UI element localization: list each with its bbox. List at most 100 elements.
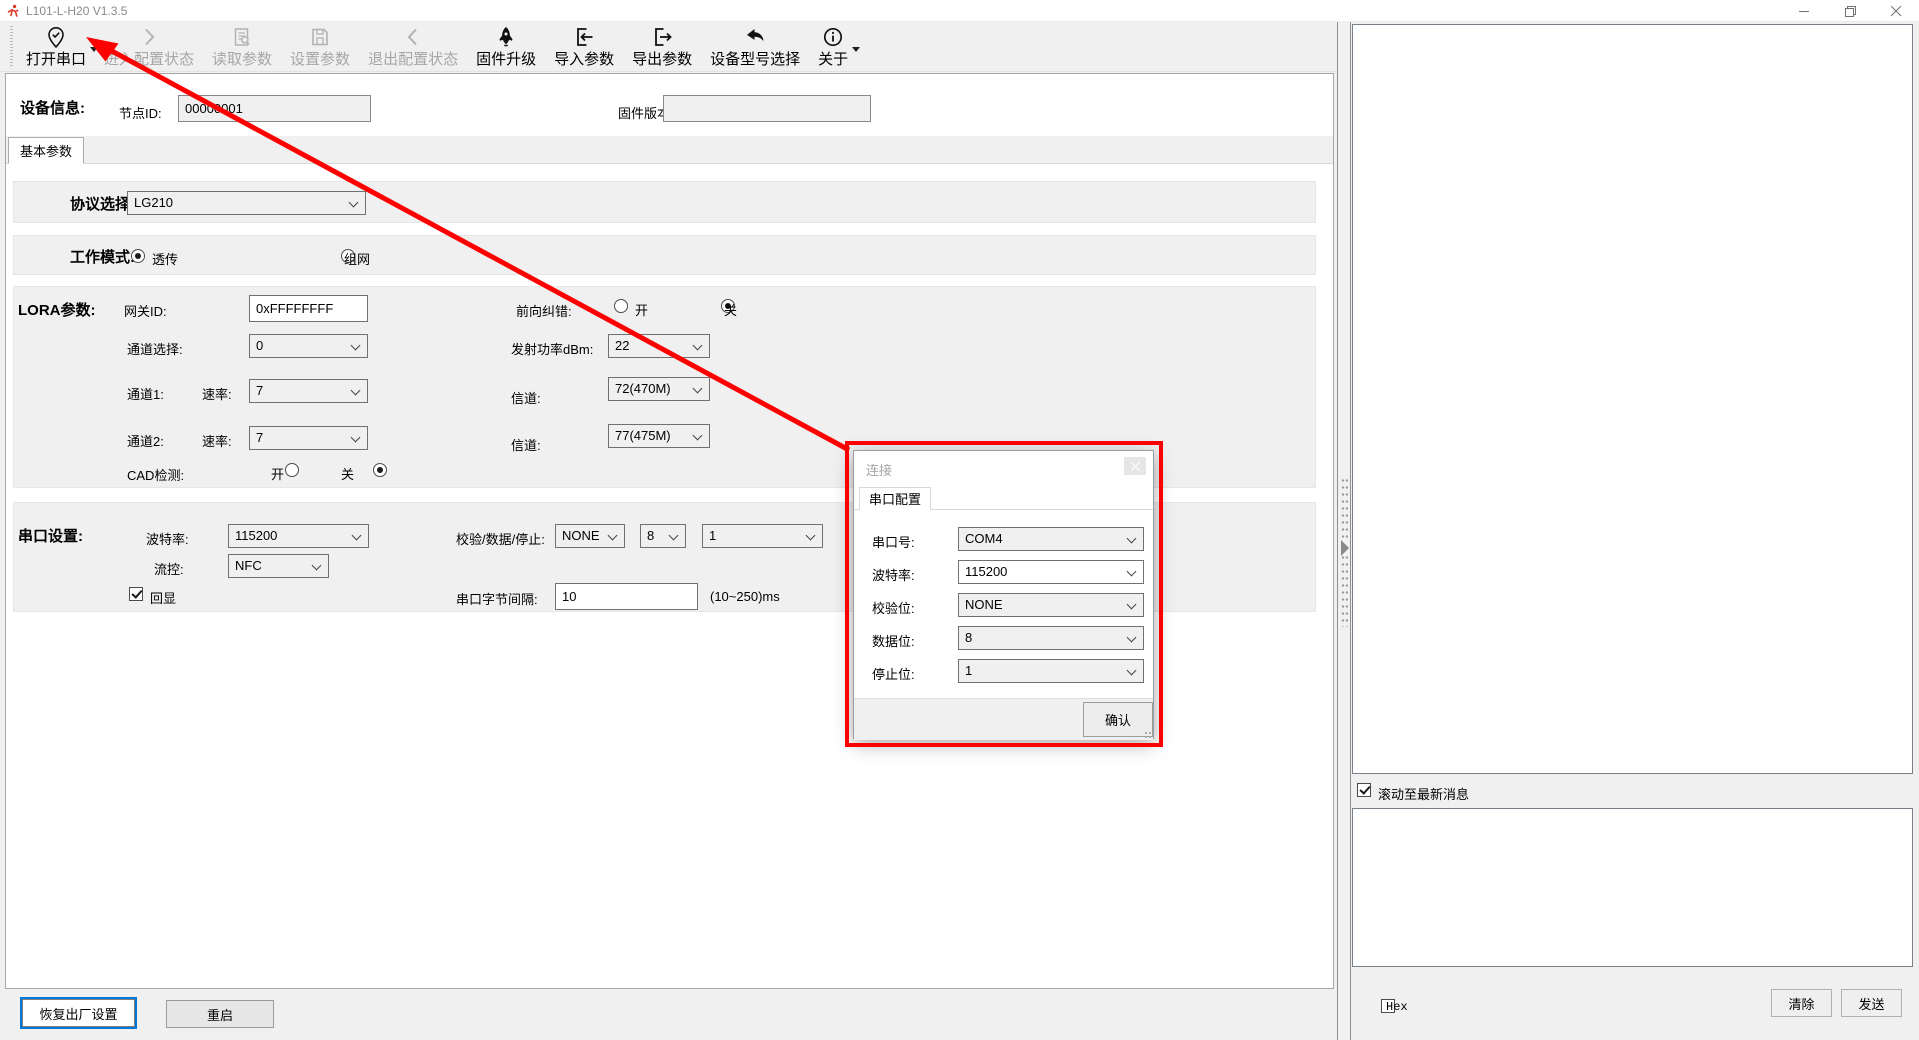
radio-fec-off-label: 关 [724,300,737,319]
receive-area[interactable] [1352,24,1913,774]
node-id-field[interactable]: 00000001 [178,95,371,122]
dlg-parity-label: 校验位: [872,598,915,617]
exit-config-button[interactable]: 退出配置状态 [359,22,467,71]
device-model-select-button[interactable]: 设备型号选择 [701,22,809,71]
export-params-button[interactable]: 导出参数 [623,22,701,71]
firmware-upgrade-button[interactable]: 固件升级 [467,22,545,71]
tab-basic-params[interactable]: 基本参数 [8,137,84,164]
pin-check-icon [45,25,67,48]
titlebar: L101-L-H20 V1.3.5 [0,0,1919,22]
dlg-baud-label: 波特率: [872,565,915,584]
dlg-databits-select[interactable]: 8 [958,626,1144,650]
parity-select[interactable]: NONE [555,524,625,548]
stopbits-select[interactable]: 1 [702,524,823,548]
radio-cad-off[interactable] [373,463,387,477]
flow-select[interactable]: NFC [228,554,329,578]
interval-label: 串口字节间隔: [456,589,538,608]
firmware-field[interactable] [663,95,871,122]
resize-grip[interactable] [1144,731,1152,739]
radio-transparent-label: 透传 [152,249,178,268]
work-mode-title: 工作模式: [70,246,135,267]
radio-cad-on-label: 开 [271,464,284,483]
restore-factory-button[interactable]: 恢复出厂设置 [22,999,135,1027]
dlg-stopbits-select[interactable]: 1 [958,659,1144,683]
channel2-label: 通道2: [127,431,164,450]
confirm-button[interactable]: 确认 [1083,702,1153,737]
tx-power-select[interactable]: 22 [608,334,710,358]
toolbar-grip[interactable] [10,26,13,67]
splitter-collapse-icon[interactable] [1341,540,1349,556]
channel1-label: 通道1: [127,384,164,403]
echo-checkbox[interactable] [129,587,143,601]
chevron-right-icon [138,25,160,48]
import-icon [573,25,595,48]
databits-select[interactable]: 8 [640,524,686,548]
minimize-button[interactable] [1781,0,1827,22]
channel-select-label: 通道选择: [127,339,183,358]
dialog-tab-serial-config[interactable]: 串口配置 [859,487,931,510]
com-port-select[interactable]: COM4 [958,527,1144,551]
scroll-latest-checkbox[interactable] [1357,783,1371,797]
clear-button[interactable]: 清除 [1771,989,1832,1017]
cad-label: CAD检测: [127,465,184,484]
tx-power-label: 发射功率dBm: [511,339,593,358]
radio-fec-on[interactable] [614,299,628,313]
restore-button[interactable] [1827,0,1873,22]
info-icon [822,25,844,48]
dialog-title: 连接 [866,460,892,479]
import-params-button[interactable]: 导入参数 [545,22,623,71]
parity-data-stop-label: 校验/数据/停止: [456,529,545,548]
dlg-stopbits-label: 停止位: [872,664,915,683]
connect-dialog: 连接 串口配置 串口号: COM4 波特率: 115200 校验位: NONE … [853,450,1154,739]
hex-label: Hex [1386,1000,1408,1014]
gateway-id-label: 网关ID: [124,301,167,320]
work-mode-section: 工作模式: 透传 组网 [13,235,1316,275]
dropdown-caret-icon[interactable] [852,47,860,52]
read-params-button[interactable]: 读取参数 [203,22,281,71]
enter-config-button[interactable]: 进入配置状态 [95,22,203,71]
rate2-label: 速率: [202,431,232,450]
dlg-baud-select[interactable]: 115200 [958,560,1144,584]
channel1-rate-select[interactable]: 7 [249,379,368,403]
channel-select[interactable]: 0 [249,334,368,358]
open-serial-button[interactable]: 打开串口 [17,22,95,71]
radio-network-label: 组网 [344,249,370,268]
flow-label: 流控: [154,559,184,578]
doc-search-icon [231,25,253,48]
serial-title: 串口设置: [18,525,83,546]
undo-arrow-icon [744,25,766,48]
radio-cad-on[interactable] [285,463,299,477]
restart-button[interactable]: 重启 [166,1000,274,1028]
channel1-freq-select[interactable]: 72(470M) [608,377,710,401]
send-area[interactable] [1352,808,1913,967]
send-button[interactable]: 发送 [1841,989,1902,1017]
echo-label: 回显 [150,588,176,607]
dlg-parity-select[interactable]: NONE [958,593,1144,617]
radio-transparent-mode[interactable] [131,249,145,263]
chevron-left-icon [402,25,424,48]
radio-fec-on-label: 开 [635,300,648,319]
channel2-freq-select[interactable]: 77(475M) [608,424,710,448]
protocol-title: 协议选择: [70,193,135,214]
splitter[interactable] [1337,22,1351,1040]
freq1-label: 信道: [511,388,541,407]
baud-select[interactable]: 115200 [228,524,369,548]
protocol-section: 协议选择: LG210 [13,181,1316,223]
device-info-title: 设备信息: [20,97,85,118]
close-button[interactable] [1873,0,1919,22]
protocol-select[interactable]: LG210 [127,191,366,215]
gateway-id-field[interactable]: 0xFFFFFFFF [249,295,368,322]
dlg-databits-label: 数据位: [872,631,915,650]
channel2-rate-select[interactable]: 7 [249,426,368,450]
freq2-label: 信道: [511,435,541,454]
dialog-close-button[interactable] [1124,457,1146,475]
toolbar: 打开串口 进入配置状态 读取参数 设置参数 退出配置状态 固件升级 [0,22,1337,72]
app-icon [6,4,20,18]
write-params-button[interactable]: 设置参数 [281,22,359,71]
lora-title: LORA参数: [18,299,96,320]
save-icon [309,25,331,48]
rate1-label: 速率: [202,384,232,403]
about-button[interactable]: 关于 [809,22,857,71]
com-port-label: 串口号: [872,532,915,551]
interval-field[interactable]: 10 [555,583,698,610]
